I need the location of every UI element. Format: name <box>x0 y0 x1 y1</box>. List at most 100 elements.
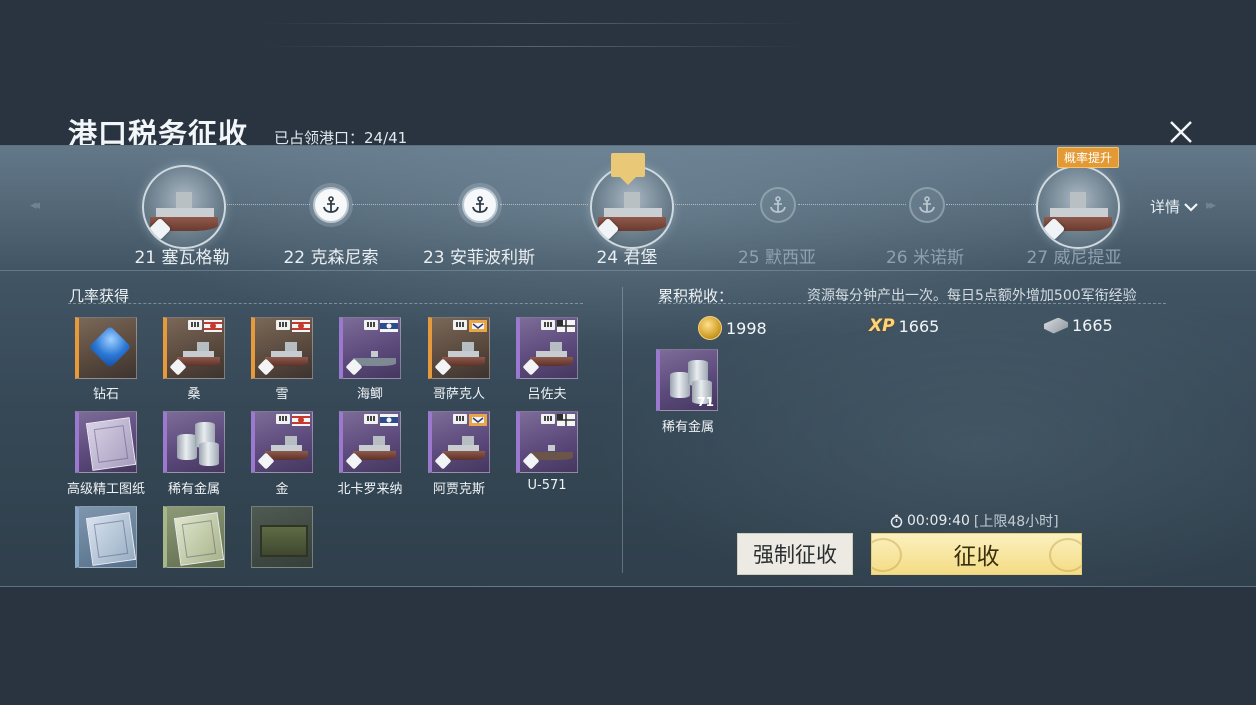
german-naval-flag-icon <box>557 414 575 426</box>
anchor-icon <box>919 196 935 213</box>
xp-amount: 1665 <box>898 316 940 336</box>
item-count-badge: 71 <box>697 395 714 409</box>
port-node-21[interactable] <box>142 165 226 249</box>
reward-label: 稀有金属 <box>167 482 221 497</box>
ship-icon <box>442 342 485 366</box>
resource-steel: 1665 <box>1044 316 1113 335</box>
uk-flag-icon <box>469 320 487 332</box>
details-label: 详情 <box>1150 198 1181 216</box>
reward-label: 海鲫 <box>356 387 384 402</box>
port-node-22[interactable] <box>313 187 349 223</box>
port-label-22: 22 克森尼索 <box>283 248 379 268</box>
rising-sun-flag-icon <box>204 320 222 332</box>
current-port-marker-icon <box>611 153 645 185</box>
accumulated-item-label: 稀有金属 <box>661 420 715 435</box>
reward-label: 雪 <box>275 387 289 402</box>
timer-limit: [上限48小时] <box>973 514 1059 530</box>
reward-item-ship[interactable] <box>428 317 490 379</box>
port-label-26: 26 米诺斯 <box>885 248 965 268</box>
metal-ingot-icon <box>199 442 219 466</box>
reward-item-ship[interactable] <box>428 411 490 473</box>
section-underline <box>68 303 583 304</box>
close-icon <box>1170 121 1192 143</box>
supply-crate-icon <box>260 525 308 557</box>
us-flag-icon <box>380 320 398 332</box>
top-divider-line <box>260 46 805 47</box>
rising-sun-flag-icon <box>292 320 310 332</box>
collect-timer: 00:09:40 [上限48小时] <box>890 511 1059 531</box>
track-line <box>500 204 588 205</box>
steel-icon <box>1044 317 1068 334</box>
details-button[interactable]: 详情 <box>1150 196 1199 217</box>
diamond-icon <box>88 325 132 369</box>
port-node-23[interactable] <box>462 187 498 223</box>
reward-item-ship[interactable] <box>251 411 313 473</box>
track-line <box>222 204 310 205</box>
ship-icon <box>265 342 308 366</box>
port-label-21: 21 塞瓦格勒 <box>134 248 230 268</box>
track-line <box>352 204 460 205</box>
ship-icon <box>177 342 220 366</box>
track-line <box>672 204 756 205</box>
anchor-icon <box>323 196 339 213</box>
ship-icon <box>265 436 308 460</box>
port-label-25: 25 默西亚 <box>737 248 817 268</box>
uk-flag-icon <box>469 414 487 426</box>
port-label-23: 23 安菲波利斯 <box>422 248 536 268</box>
ship-icon <box>353 436 396 460</box>
reward-label: U-571 <box>527 478 567 493</box>
force-collect-button[interactable]: 强制征收 <box>737 533 853 575</box>
reward-label: 吕佐夫 <box>527 387 567 402</box>
chevron-down-icon <box>1184 202 1198 212</box>
timer-value: 00:09:40 <box>907 513 970 529</box>
ship-icon <box>530 342 573 366</box>
reward-item-ship[interactable] <box>163 317 225 379</box>
section-underline <box>658 303 1166 304</box>
reward-item-diamond[interactable] <box>75 317 137 379</box>
section-divider <box>622 287 623 573</box>
reward-item-blueprint[interactable] <box>75 506 137 568</box>
reward-label: 桑 <box>187 387 201 402</box>
rising-sun-flag-icon <box>292 414 310 426</box>
reward-item-ship[interactable] <box>251 317 313 379</box>
metal-ingot-icon <box>670 372 690 398</box>
reward-item-ship[interactable] <box>516 317 578 379</box>
reward-item-crate[interactable] <box>251 506 313 568</box>
port-node-26[interactable] <box>909 187 945 223</box>
scroll-left-icon[interactable]: ◂◂ <box>30 198 40 213</box>
collect-button[interactable]: 征收 <box>871 533 1082 575</box>
collect-button-label: 征收 <box>953 544 1000 570</box>
accumulated-description: 资源每分钟产出一次。每日5点额外增加500军衔经验 <box>807 288 1137 304</box>
reward-label: 金 <box>275 482 289 497</box>
anchor-icon <box>472 196 488 213</box>
decor-emblem-icon <box>872 538 902 572</box>
metal-ingot-icon <box>177 434 197 460</box>
reward-item-metal[interactable] <box>163 411 225 473</box>
us-flag-icon <box>380 414 398 426</box>
blueprint-icon <box>85 417 136 471</box>
reward-item-ship[interactable] <box>339 411 401 473</box>
blueprint-icon <box>173 512 224 566</box>
track-line <box>946 204 1036 205</box>
reward-item-ship[interactable] <box>339 317 401 379</box>
accumulated-item-metal[interactable]: 71 <box>656 349 718 411</box>
gold-coin-icon <box>698 316 722 340</box>
track-line <box>798 204 906 205</box>
xp-icon: XP <box>869 316 895 336</box>
reward-item-blueprint[interactable] <box>163 506 225 568</box>
top-divider-line <box>260 23 805 24</box>
reward-label: 高级精工图纸 <box>66 482 146 497</box>
port-node-27[interactable] <box>1036 165 1120 249</box>
port-label-24: 24 君堡 <box>596 248 658 268</box>
close-button[interactable] <box>1166 117 1196 147</box>
decor-emblem-icon <box>1049 538 1081 572</box>
reward-label: 钻石 <box>92 387 120 402</box>
reward-label: 阿贾克斯 <box>432 482 486 497</box>
resource-xp: XP 1665 <box>869 316 939 336</box>
steel-amount: 1665 <box>1072 316 1113 335</box>
gold-amount: 1998 <box>726 318 767 338</box>
port-node-25[interactable] <box>760 187 796 223</box>
scroll-right-icon[interactable]: ▸▸ <box>1206 198 1216 213</box>
reward-item-blueprint[interactable] <box>75 411 137 473</box>
reward-item-ship[interactable] <box>516 411 578 473</box>
